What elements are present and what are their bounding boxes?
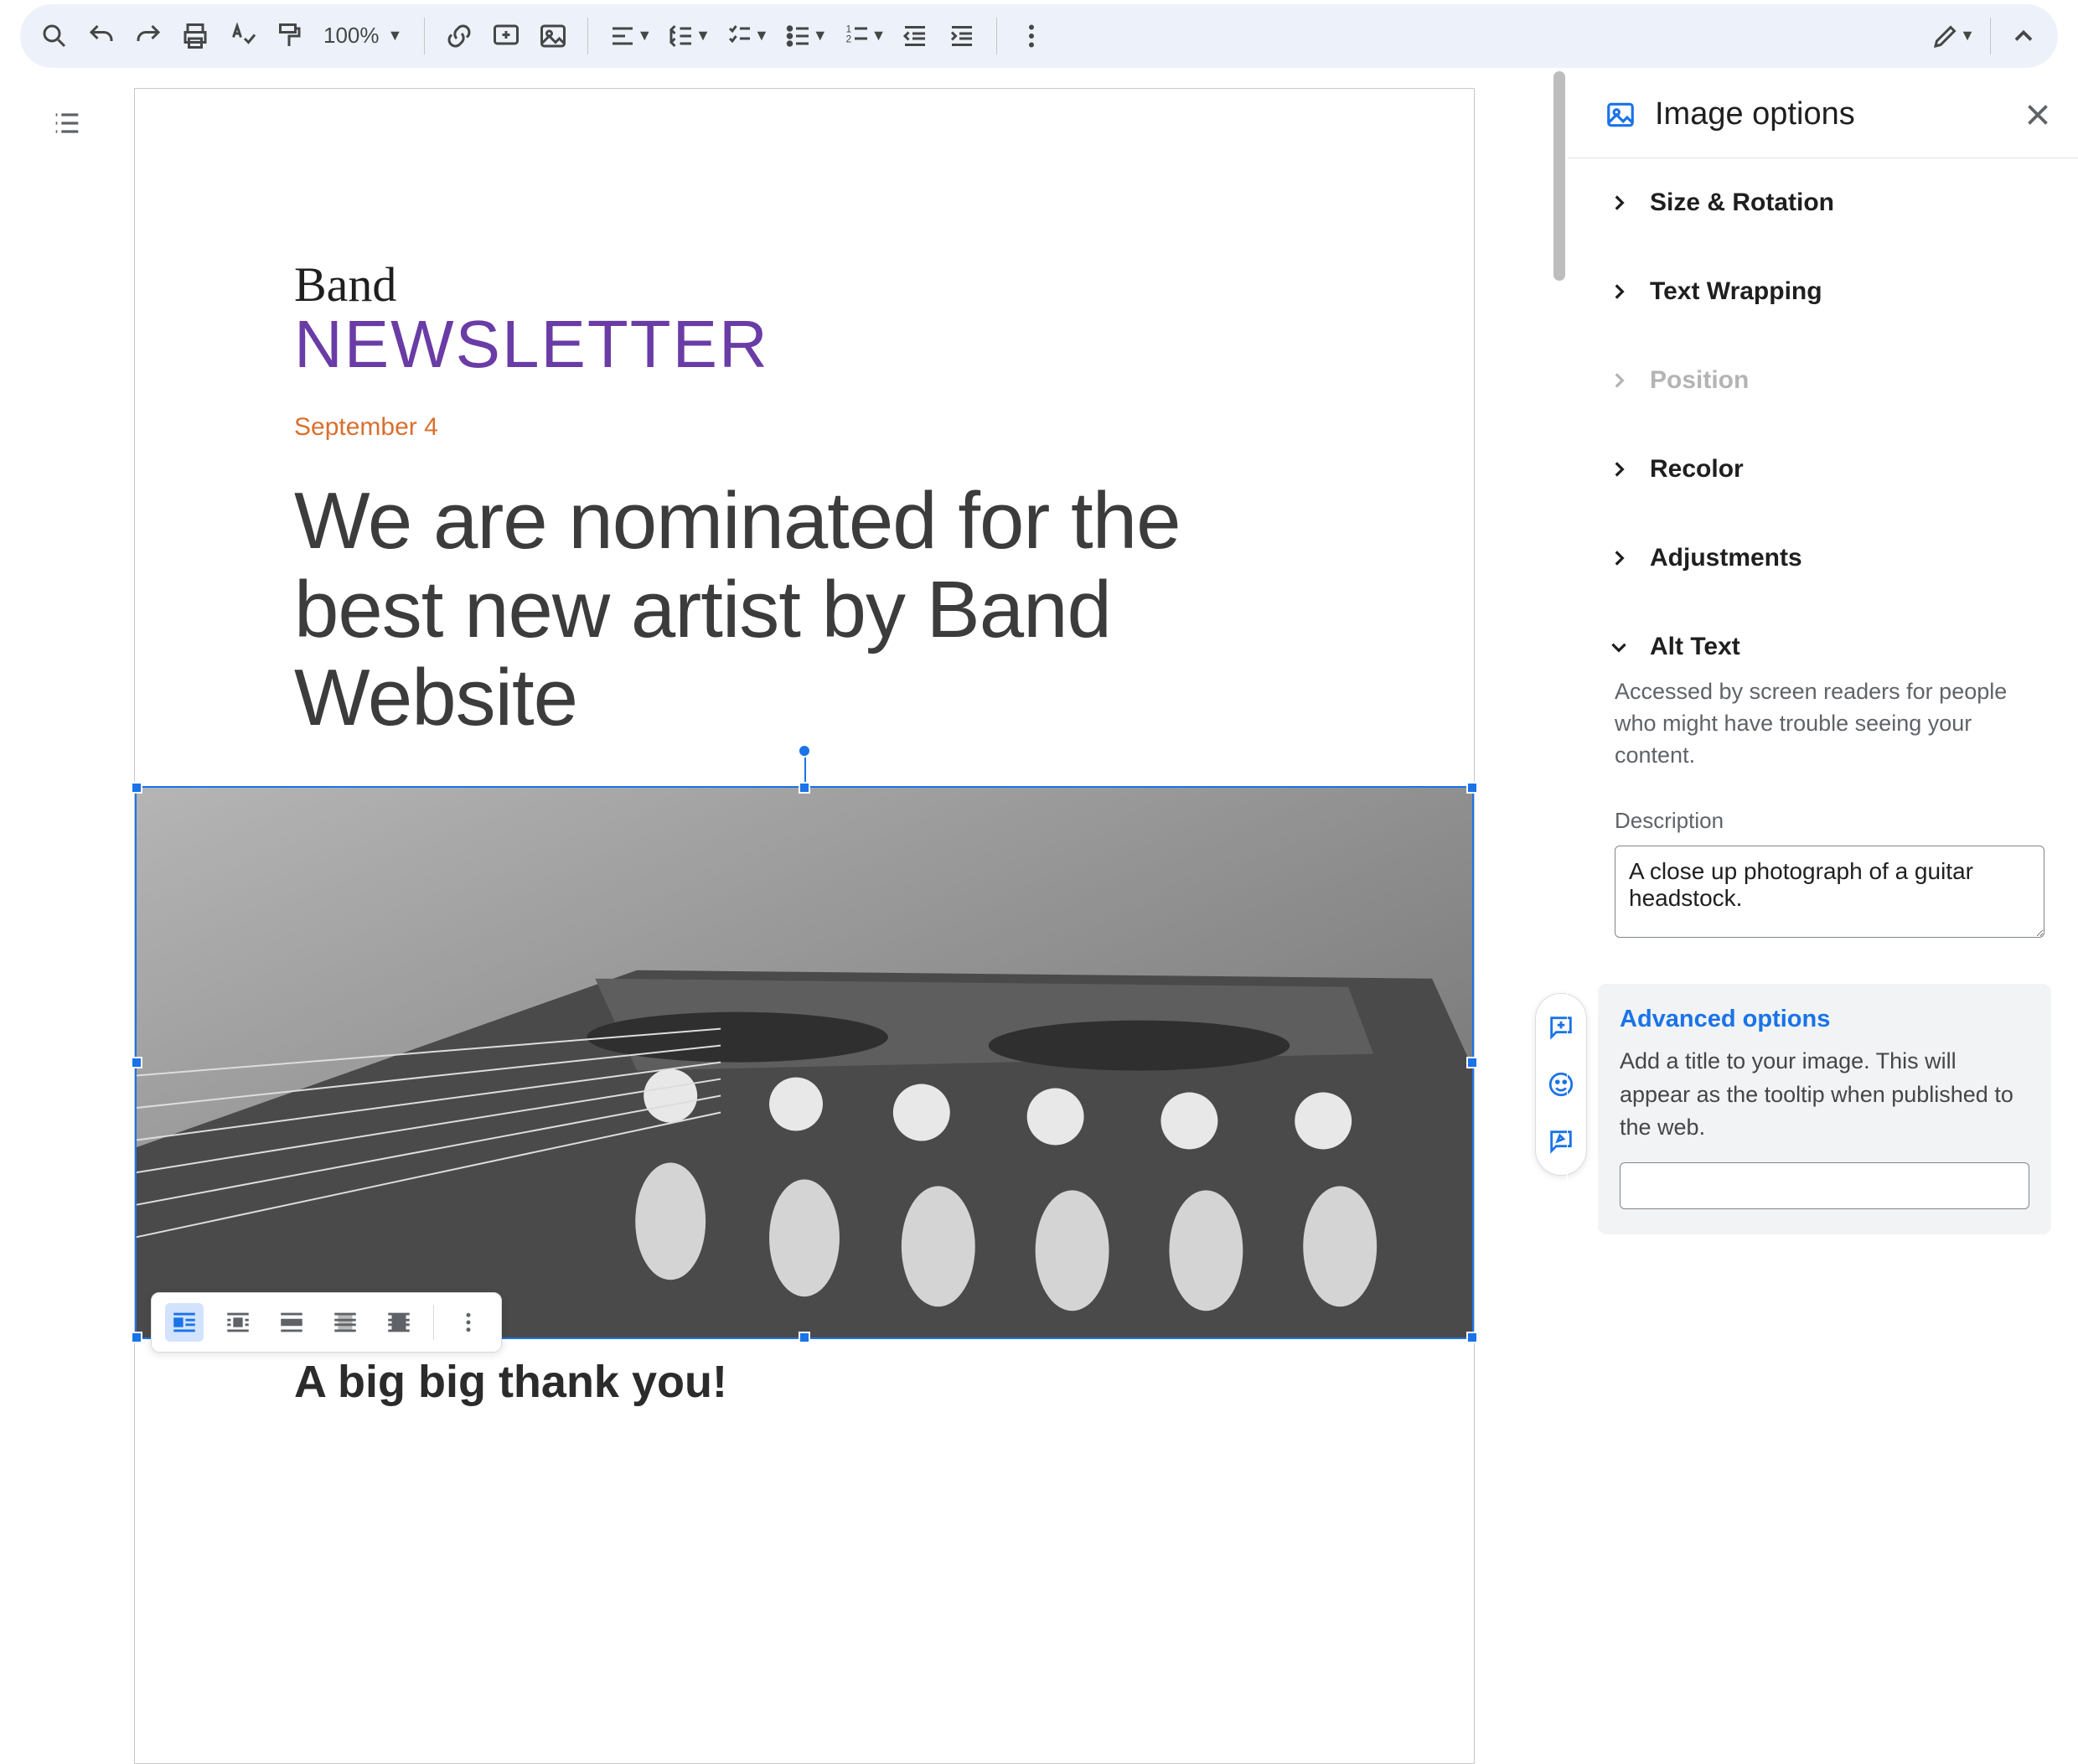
rotation-handle[interactable] [798,744,811,758]
collapse-toolbar-icon[interactable] [2006,18,2041,54]
document-outline-icon[interactable] [50,106,84,140]
image-wrap-toolbar [151,1292,502,1353]
section-label: Adjustments [1650,544,1802,572]
text-wrapping-section[interactable]: Text Wrapping [1568,247,2078,336]
bulleted-list-dropdown[interactable]: ▼ [781,18,828,54]
vertical-scrollbar[interactable] [1552,71,1567,1764]
chevron-down-icon: ▼ [871,27,887,44]
break-text-icon[interactable] [272,1303,311,1342]
chevron-right-icon [1608,370,1630,391]
section-label: Size & Rotation [1650,189,1834,217]
chevron-down-icon [1608,636,1630,658]
undo-icon[interactable] [84,18,119,54]
separator [433,1305,434,1340]
add-comment-icon[interactable] [488,18,524,54]
chevron-down-icon: ▼ [1960,27,1975,44]
decrease-indent-icon[interactable] [897,18,933,54]
insert-link-icon[interactable] [442,18,477,54]
alt-text-description-input[interactable] [1615,846,2044,938]
recolor-section[interactable]: Recolor [1568,425,2078,514]
chevron-down-icon: ▼ [637,27,652,44]
pencil-icon [1928,18,1963,54]
close-icon[interactable] [2023,100,2053,130]
zoom-dropdown[interactable]: 100% ▼ [318,23,407,49]
image-options-sidebar: Image options Size & Rotation Text Wrapp… [1567,71,2078,1764]
chevron-down-icon: ▼ [754,27,769,44]
align-dropdown[interactable]: ▼ [605,18,652,54]
section-label: Alt Text [1650,633,1740,661]
paint-format-icon[interactable] [271,18,307,54]
chevron-right-icon [1608,281,1630,303]
main-toolbar: 100%▼ ▼ ▼ ▼ ▼ 12▼ ▼ [20,4,2058,68]
document-date: September 4 [294,413,1315,442]
section-label: Recolor [1650,455,1744,484]
advanced-options-box: Advanced options Add a title to your ima… [1598,984,2051,1234]
section-label: Text Wrapping [1650,277,1822,306]
behind-text-icon[interactable] [326,1303,364,1342]
advanced-title-input[interactable] [1620,1162,2029,1209]
checklist-dropdown[interactable]: ▼ [722,18,769,54]
thanks-heading: A big big thank you! [294,1356,1315,1408]
editing-mode-dropdown[interactable]: ▼ [1928,18,1975,54]
script-title: Band [294,256,1315,313]
alt-text-help: Accessed by screen readers for people wh… [1615,676,2044,771]
separator [587,18,588,54]
alt-text-section[interactable]: Alt Text [1568,603,2078,676]
increase-indent-icon[interactable] [944,18,980,54]
separator [424,18,425,54]
chevron-down-icon: ▼ [388,27,403,44]
headline: We are nominated for the best new artist… [294,477,1315,742]
image-icon [1605,99,1636,131]
chevron-right-icon [1608,547,1630,569]
line-spacing-dropdown[interactable]: ▼ [664,18,711,54]
redo-icon[interactable] [131,18,166,54]
selected-image[interactable] [135,786,1474,1339]
more-options-icon[interactable] [449,1303,488,1342]
chevron-right-icon [1608,192,1630,214]
wrap-text-icon[interactable] [219,1303,257,1342]
numbered-list-dropdown[interactable]: 12▼ [840,18,887,54]
advanced-options-title[interactable]: Advanced options [1620,1006,2029,1033]
newsletter-heading: NEWSLETTER [294,306,1315,383]
in-front-text-icon[interactable] [380,1303,418,1342]
document-page[interactable]: Band NEWSLETTER September 4 We are nomin… [134,88,1475,1764]
search-icon[interactable] [37,18,72,54]
advanced-options-help: Add a title to your image. This will app… [1620,1045,2029,1143]
position-section: Position [1568,336,2078,425]
separator [996,18,997,54]
chevron-down-icon: ▼ [695,27,711,44]
description-label: Description [1615,808,2044,834]
scroll-thumb[interactable] [1553,71,1565,281]
more-icon[interactable] [1014,18,1049,54]
insert-image-icon[interactable] [535,18,571,54]
print-icon[interactable] [178,18,213,54]
sidebar-title: Image options [1655,96,1855,132]
guitar-image[interactable] [135,786,1474,1339]
separator [1990,18,1991,54]
chevron-down-icon: ▼ [813,27,828,44]
wrap-inline-icon[interactable] [165,1303,204,1342]
chevron-right-icon [1608,458,1630,480]
size-rotation-section[interactable]: Size & Rotation [1568,158,2078,247]
svg-text:2: 2 [845,33,851,44]
adjustments-section[interactable]: Adjustments [1568,514,2078,603]
section-label: Position [1650,366,1749,395]
zoom-value: 100% [323,23,380,49]
spellcheck-icon[interactable] [225,18,260,54]
